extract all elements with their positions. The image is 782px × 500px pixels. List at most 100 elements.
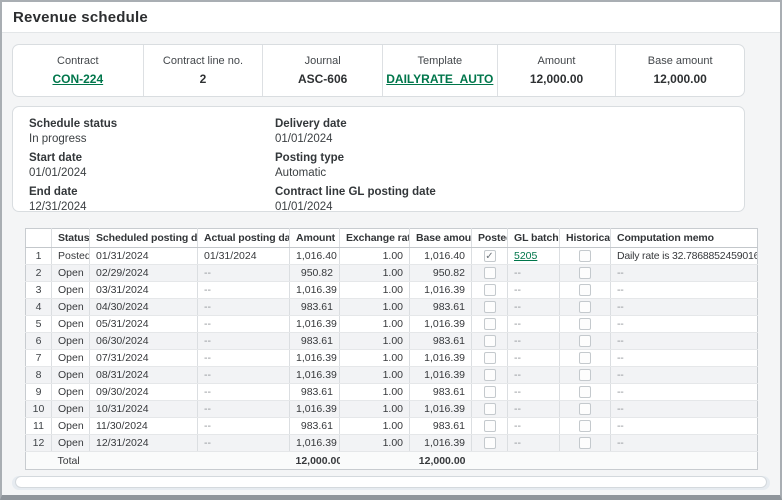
horizontal-scrollbar-thumb[interactable] [15, 476, 767, 488]
cell-posted [472, 384, 508, 401]
cell-scheduled-posting-date: 12/31/2024 [90, 435, 198, 452]
cell-gl-batch: -- [508, 299, 560, 316]
cell-computation-memo: -- [611, 265, 758, 282]
posted-checkbox[interactable] [484, 284, 496, 296]
cell-actual-posting-date: -- [198, 333, 290, 350]
cell-exchange-rate: 1.00 [340, 248, 410, 265]
cell-posted [472, 299, 508, 316]
cell-historical [560, 265, 611, 282]
detail-value: 01/01/2024 [275, 201, 436, 213]
cell-row-number: 8 [26, 367, 52, 384]
posted-checkbox[interactable] [484, 437, 496, 449]
cell-status: Open [52, 350, 90, 367]
cell-exchange-rate: 1.00 [340, 401, 410, 418]
summary-field-journal: Journal ASC-606 [263, 45, 383, 96]
cell-scheduled-posting-date: 06/30/2024 [90, 333, 198, 350]
total-spacer [472, 452, 758, 470]
cell-actual-posting-date: 01/31/2024 [198, 248, 290, 265]
cell-status: Posted [52, 248, 90, 265]
historical-checkbox[interactable] [579, 267, 591, 279]
cell-exchange-rate: 1.00 [340, 299, 410, 316]
cell-amount: 983.61 [290, 384, 340, 401]
column-header-row-number [26, 229, 52, 248]
cell-amount: 1,016.40 [290, 248, 340, 265]
cell-posted [472, 282, 508, 299]
detail-value: Automatic [275, 167, 436, 179]
summary-field-value: 12,000.00 [530, 72, 583, 86]
page-header: Revenue schedule [2, 2, 780, 33]
historical-checkbox[interactable] [579, 301, 591, 313]
cell-row-number: 4 [26, 299, 52, 316]
cell-scheduled-posting-date: 02/29/2024 [90, 265, 198, 282]
summary-field-label: Amount [538, 55, 576, 67]
cell-row-number: 7 [26, 350, 52, 367]
summary-field-label: Journal [305, 55, 341, 67]
detail-label: Schedule status [29, 118, 275, 130]
summary-field-label: Base amount [648, 55, 713, 67]
cell-historical [560, 401, 611, 418]
posted-checkbox[interactable] [484, 318, 496, 330]
table-row: 2Open02/29/2024--950.821.00950.82---- [26, 265, 758, 282]
cell-computation-memo: -- [611, 350, 758, 367]
cell-gl-batch: -- [508, 435, 560, 452]
gl-batch-empty: -- [514, 369, 521, 381]
cell-row-number: 2 [26, 265, 52, 282]
posted-checkbox[interactable] [484, 386, 496, 398]
details-card: Schedule statusIn progress Start date01/0… [12, 106, 745, 212]
historical-checkbox[interactable] [579, 352, 591, 364]
gl-batch-empty: -- [514, 386, 521, 398]
link-contract[interactable]: CON-224 [52, 72, 103, 86]
historical-checkbox[interactable] [579, 250, 591, 262]
cell-base-amount: 1,016.40 [410, 248, 472, 265]
cell-computation-memo: -- [611, 435, 758, 452]
posted-checkbox[interactable] [484, 335, 496, 347]
historical-checkbox[interactable] [579, 420, 591, 432]
detail-start-date: Start date01/01/2024 [29, 152, 275, 179]
gl-batch-empty: -- [514, 284, 521, 296]
total-amount: 12,000.00 [290, 452, 340, 470]
cell-row-number: 12 [26, 435, 52, 452]
posted-checkbox[interactable] [484, 250, 496, 262]
historical-checkbox[interactable] [579, 437, 591, 449]
link-template[interactable]: DAILYRATE_AUTO [386, 72, 493, 86]
cell-row-number: 6 [26, 333, 52, 350]
posted-checkbox[interactable] [484, 403, 496, 415]
cell-gl-batch: -- [508, 350, 560, 367]
summary-field-amount: Amount 12,000.00 [498, 45, 617, 96]
column-header-scheduled-posting-date: Scheduled posting date [90, 229, 198, 248]
cell-gl-batch: -- [508, 401, 560, 418]
horizontal-scrollbar-track[interactable] [12, 476, 770, 490]
cell-base-amount: 1,016.39 [410, 282, 472, 299]
historical-checkbox[interactable] [579, 335, 591, 347]
cell-computation-memo: -- [611, 299, 758, 316]
cell-actual-posting-date: -- [198, 299, 290, 316]
cell-historical [560, 248, 611, 265]
cell-historical [560, 282, 611, 299]
table-row: 12Open12/31/2024--1,016.391.001,016.39--… [26, 435, 758, 452]
gl-batch-link[interactable]: 5205 [514, 250, 537, 262]
historical-checkbox[interactable] [579, 403, 591, 415]
cell-scheduled-posting-date: 10/31/2024 [90, 401, 198, 418]
cell-exchange-rate: 1.00 [340, 316, 410, 333]
historical-checkbox[interactable] [579, 318, 591, 330]
historical-checkbox[interactable] [579, 386, 591, 398]
summary-field-value: ASC-606 [298, 72, 347, 86]
posted-checkbox[interactable] [484, 369, 496, 381]
detail-value: 01/01/2024 [275, 133, 436, 145]
posted-checkbox[interactable] [484, 301, 496, 313]
cell-status: Open [52, 435, 90, 452]
detail-schedule-status: Schedule statusIn progress [29, 118, 275, 145]
table-row: 7Open07/31/2024--1,016.391.001,016.39---… [26, 350, 758, 367]
cell-actual-posting-date: -- [198, 350, 290, 367]
cell-row-number: 1 [26, 248, 52, 265]
table-row: 5Open05/31/2024--1,016.391.001,016.39---… [26, 316, 758, 333]
posted-checkbox[interactable] [484, 267, 496, 279]
posted-checkbox[interactable] [484, 352, 496, 364]
summary-field-base-amount: Base amount12,000.00 [616, 45, 744, 96]
cell-gl-batch: -- [508, 333, 560, 350]
historical-checkbox[interactable] [579, 369, 591, 381]
summary-field-value: 2 [200, 72, 207, 86]
historical-checkbox[interactable] [579, 284, 591, 296]
schedule-table-wrap: StatusScheduled posting dateActual posti… [25, 228, 757, 470]
posted-checkbox[interactable] [484, 420, 496, 432]
